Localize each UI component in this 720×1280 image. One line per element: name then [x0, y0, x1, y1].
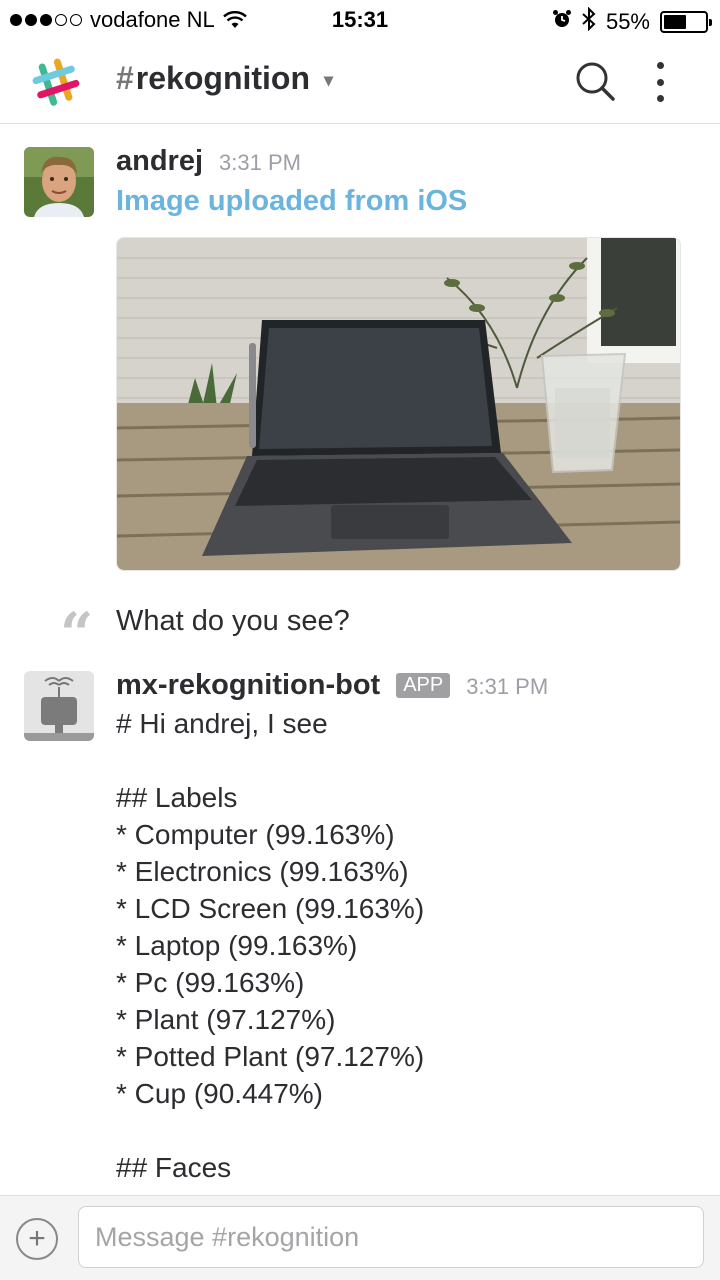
- message-line: ## Labels: [116, 782, 238, 813]
- app-badge: APP: [396, 673, 451, 698]
- signal-strength-icon: [10, 14, 82, 26]
- uploaded-image[interactable]: [116, 237, 681, 571]
- message-line: * LCD Screen (99.163%): [116, 893, 425, 924]
- message-input[interactable]: [78, 1206, 704, 1268]
- message-line: * Pc (99.163%): [116, 967, 305, 998]
- bot-message-body: # Hi andrej, I see ## Labels * Computer …: [116, 705, 696, 1186]
- message-list[interactable]: andrej 3:31 PM Image uploaded from iOS “…: [0, 125, 720, 1195]
- message-line: [116, 1112, 696, 1149]
- message-line: ## Faces: [116, 1152, 232, 1183]
- message-line: * Laptop (99.163%): [116, 930, 358, 961]
- message-composer: +: [0, 1195, 720, 1280]
- message-line: * Potted Plant (97.127%): [116, 1041, 425, 1072]
- message-line: * Cup (90.447%): [116, 1078, 324, 1109]
- message-line: * Electronics (99.163%): [116, 856, 409, 887]
- sender-name[interactable]: andrej: [116, 145, 203, 178]
- wifi-icon: [222, 11, 247, 29]
- bluetooth-icon: [582, 6, 596, 37]
- avatar-bot[interactable]: [24, 671, 94, 741]
- more-vertical-icon[interactable]: [648, 62, 672, 102]
- channel-name: rekognition: [135, 60, 311, 96]
- chevron-down-icon: ▾: [324, 70, 334, 90]
- channel-hash: #: [116, 60, 134, 96]
- image-comment: What do you see?: [116, 605, 350, 637]
- message-line: # Hi andrej, I see: [116, 708, 328, 739]
- message-line: * Plant (97.127%): [116, 1004, 336, 1035]
- message-header: andrej 3:31 PM: [116, 145, 301, 178]
- channel-title[interactable]: # rekognition ▾: [116, 60, 333, 97]
- quote-icon: “: [60, 600, 94, 668]
- sender-name[interactable]: mx-rekognition-bot: [116, 669, 380, 702]
- message-header: mx-rekognition-bot APP 3:31 PM: [116, 669, 548, 702]
- status-left: vodafone NL: [10, 7, 247, 33]
- message-line: [116, 742, 696, 779]
- status-bar: vodafone NL 15:31 55%: [0, 0, 720, 40]
- timestamp[interactable]: 3:31 PM: [466, 674, 548, 700]
- slack-logo[interactable]: [28, 54, 84, 110]
- battery-icon: [660, 11, 712, 33]
- alarm-icon: [552, 9, 572, 35]
- battery-percent: 55%: [605, 9, 650, 34]
- add-attachment-button[interactable]: +: [16, 1218, 58, 1260]
- channel-header: # rekognition ▾: [0, 40, 720, 124]
- image-upload-link[interactable]: Image uploaded from iOS: [116, 185, 467, 218]
- message-line: * Computer (99.163%): [116, 819, 395, 850]
- battery-level: [664, 15, 686, 29]
- avatar-andrej[interactable]: [24, 147, 94, 217]
- status-right: 55%: [552, 6, 712, 37]
- carrier-name: vodafone NL: [90, 7, 215, 32]
- timestamp[interactable]: 3:31 PM: [219, 150, 301, 176]
- search-icon[interactable]: [574, 60, 616, 107]
